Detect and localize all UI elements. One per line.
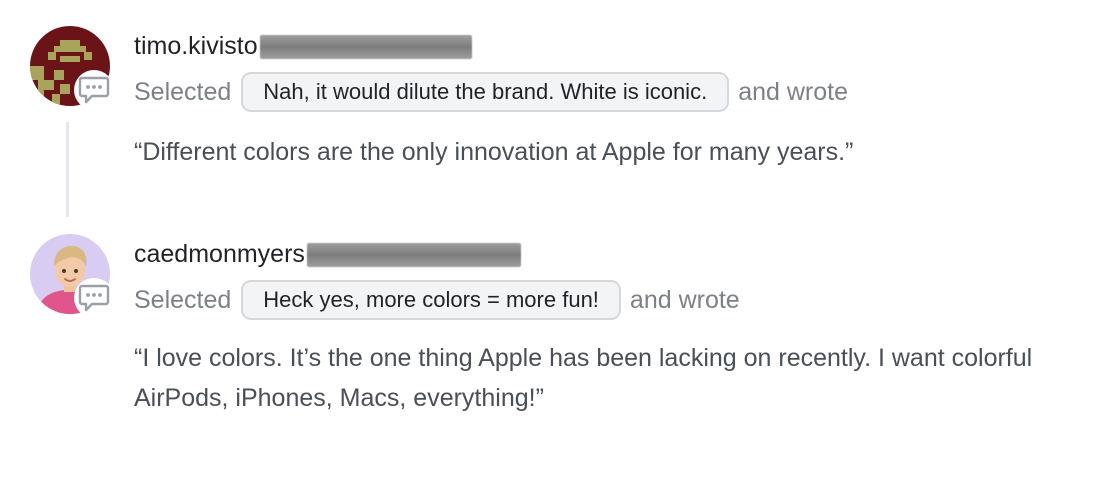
selected-option-chip[interactable]: Heck yes, more colors = more fun! — [241, 280, 621, 320]
selection-row: Selected Nah, it would dilute the brand.… — [134, 70, 848, 114]
comment-text: “I love colors. It’s the one thing Apple… — [134, 344, 1033, 412]
comment-badge — [74, 70, 114, 110]
and-wrote-label: and wrote — [738, 77, 848, 106]
comment-badge — [74, 278, 114, 318]
redacted-handle — [259, 35, 472, 59]
selection-row: Selected Heck yes, more colors = more fu… — [134, 278, 740, 322]
username[interactable]: timo.kivisto — [134, 30, 472, 62]
comment-text: “Different colors are the only innovatio… — [134, 138, 854, 166]
thread-connector — [66, 122, 69, 217]
and-wrote-label: and wrote — [629, 285, 740, 314]
redacted-handle — [306, 243, 521, 267]
comment-icon — [78, 284, 110, 312]
comment-icon — [78, 76, 110, 104]
selected-option-chip[interactable]: Nah, it would dilute the brand. White is… — [241, 72, 730, 112]
selected-label: Selected — [134, 77, 232, 106]
username[interactable]: caedmonmyers — [134, 238, 521, 270]
username-text[interactable]: caedmonmyers — [134, 238, 305, 270]
comment-feed: timo.kivisto Selected Nah, it would dilu… — [0, 0, 1120, 482]
selected-label: Selected — [134, 285, 232, 314]
username-text[interactable]: timo.kivisto — [134, 30, 258, 62]
